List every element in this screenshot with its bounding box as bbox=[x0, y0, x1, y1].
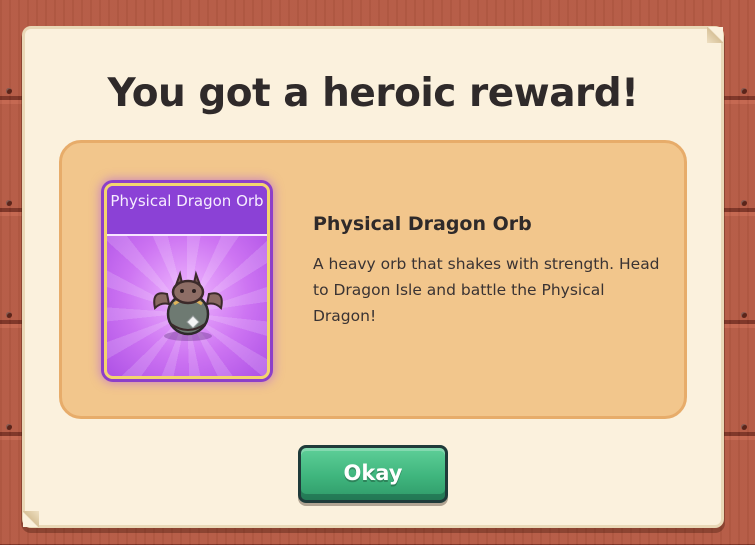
reward-dialog: You got a heroic reward! Physical Dragon… bbox=[23, 27, 723, 527]
dragon-orb-icon bbox=[153, 270, 223, 341]
nail bbox=[6, 424, 12, 430]
nail bbox=[6, 200, 12, 206]
reward-details-box: Physical Dragon Orb Physical Dragon Orb … bbox=[59, 140, 687, 419]
panel-corner-fold bbox=[707, 27, 723, 43]
dialog-title: You got a heroic reward! bbox=[107, 71, 639, 116]
reward-card-title: Physical Dragon Orb bbox=[107, 186, 267, 236]
nail bbox=[741, 312, 747, 318]
nail bbox=[6, 312, 12, 318]
nail bbox=[741, 88, 747, 94]
nail bbox=[741, 424, 747, 430]
nail bbox=[6, 88, 12, 94]
reward-card: Physical Dragon Orb bbox=[104, 183, 270, 379]
reward-item-description: A heavy orb that shakes with strength. H… bbox=[313, 255, 660, 325]
okay-button[interactable]: Okay bbox=[298, 445, 448, 503]
reward-item-name: Physical Dragon Orb bbox=[313, 213, 532, 235]
nail bbox=[741, 200, 747, 206]
panel-corner-fold bbox=[23, 511, 39, 527]
